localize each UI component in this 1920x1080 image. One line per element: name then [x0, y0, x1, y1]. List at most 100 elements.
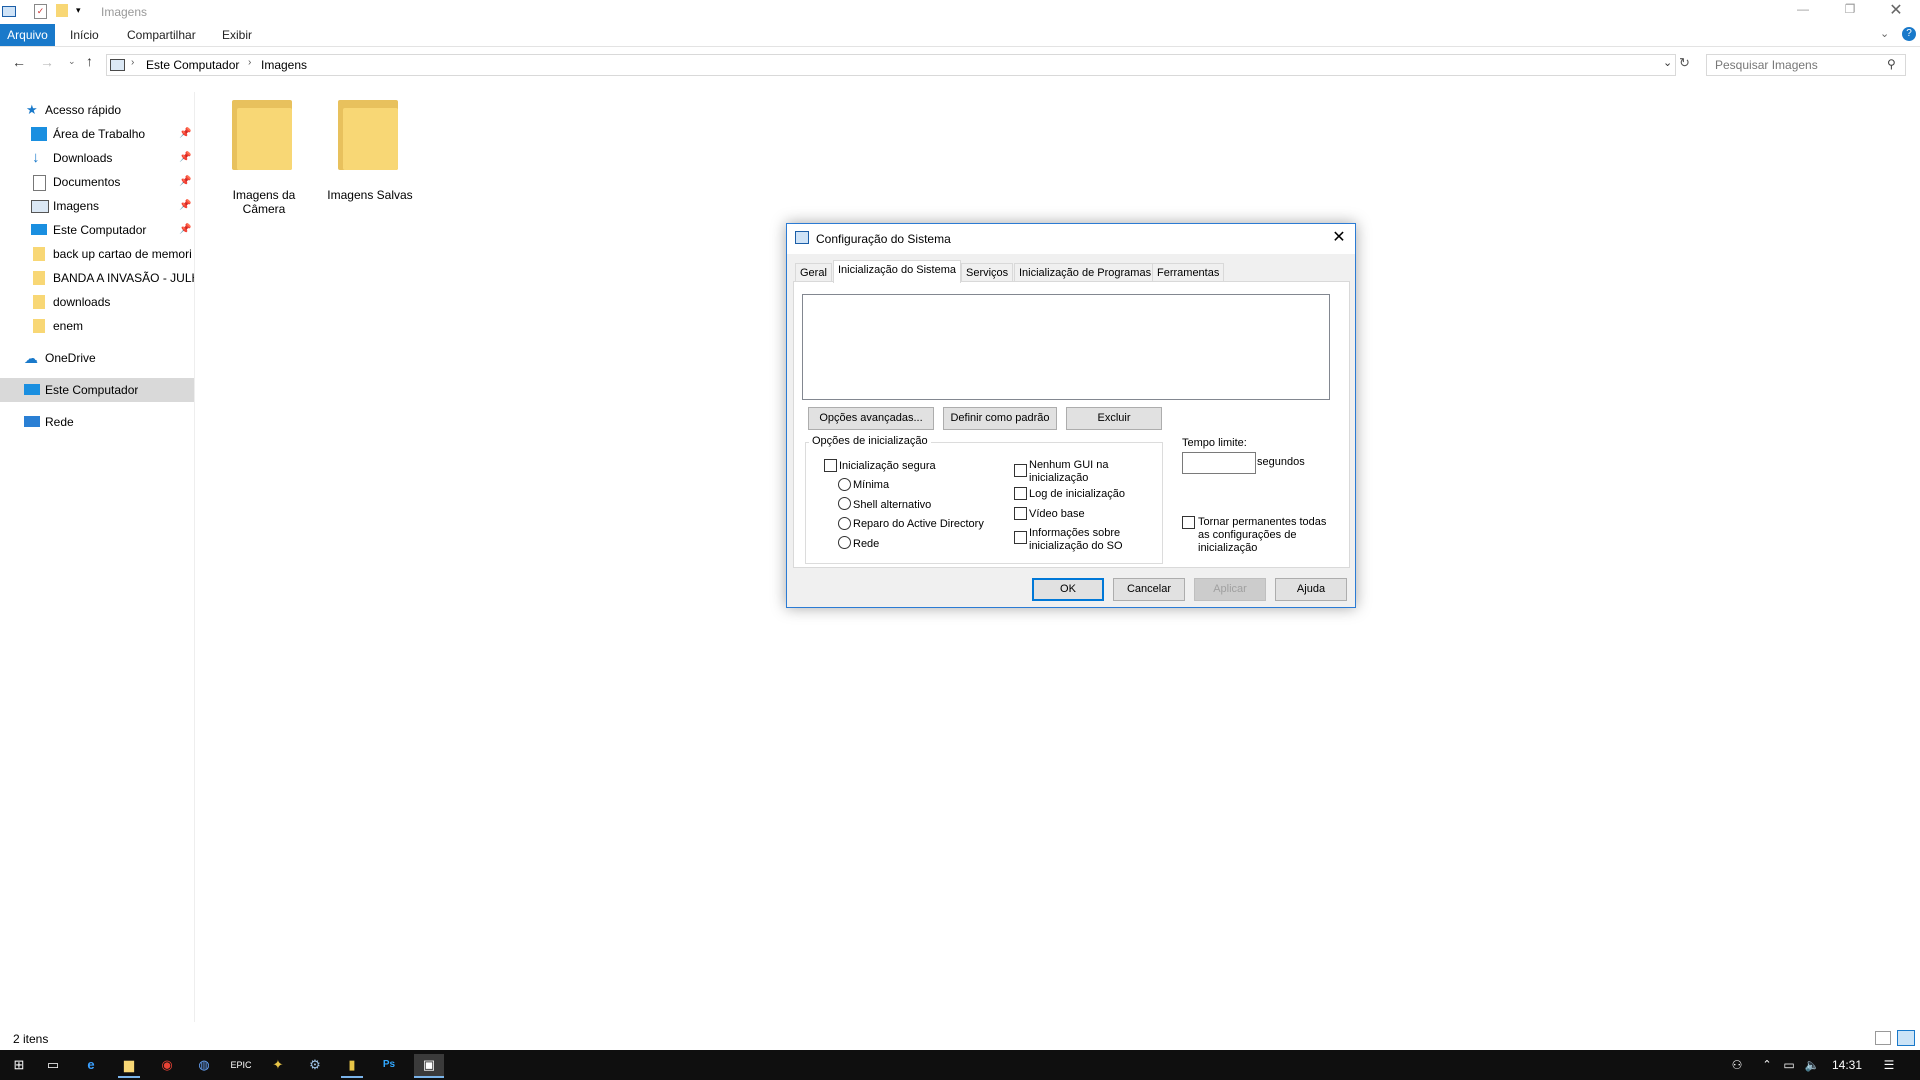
edge-icon[interactable]: e — [80, 1054, 102, 1076]
computer-icon — [31, 224, 47, 235]
boot-log-checkbox[interactable] — [1014, 487, 1027, 500]
expand-ribbon-icon[interactable]: ⌄ — [1880, 27, 1889, 40]
nav-item-documentos[interactable]: Documentos 📌 — [0, 170, 194, 194]
no-gui-boot-label-1: Nenhum GUI na — [1029, 459, 1109, 471]
minimize-button[interactable]: — — [1793, 2, 1813, 16]
safe-boot-checkbox[interactable] — [824, 459, 837, 472]
help-icon[interactable]: ? — [1902, 27, 1916, 41]
up-arrow-icon[interactable]: ↑ — [86, 53, 93, 69]
tab-arquivo[interactable]: Arquivo — [0, 24, 55, 46]
pin-icon[interactable]: 📌 — [179, 194, 191, 218]
tab-geral[interactable]: Geral — [795, 263, 832, 282]
start-windows-icon[interactable]: ⊞ — [8, 1054, 30, 1076]
media-app-icon[interactable]: ▮ — [341, 1054, 363, 1078]
people-icon[interactable]: ⚇ — [1726, 1054, 1748, 1076]
tab-inicializacao-de-programas[interactable]: Inicialização de Programas — [1014, 263, 1157, 282]
nav-este-computador[interactable]: Este Computador — [0, 378, 194, 402]
base-video-label: Vídeo base — [1029, 508, 1085, 520]
large-icons-view-icon[interactable] — [1897, 1030, 1915, 1046]
file-explorer-icon[interactable]: ▆ — [118, 1054, 140, 1078]
timeout-label: Tempo limite: — [1182, 437, 1247, 449]
pin-icon[interactable]: 📌 — [179, 170, 191, 194]
dialog-close-icon[interactable]: ✕ — [1330, 229, 1348, 247]
pin-icon[interactable]: 📌 — [179, 218, 191, 242]
nav-item-banda[interactable]: BANDA A INVASÃO - JULH — [0, 266, 194, 290]
delete-button[interactable]: Excluir — [1066, 407, 1162, 430]
address-bar[interactable]: › Este Computador › Imagens ⌄ — [106, 54, 1676, 76]
clock[interactable]: 14:31 — [1832, 1058, 1862, 1072]
properties-quick-icon[interactable]: ✓ — [34, 4, 47, 19]
task-view-icon[interactable]: ▭ — [42, 1054, 64, 1076]
apply-button[interactable]: Aplicar — [1194, 578, 1266, 601]
set-as-default-button[interactable]: Definir como padrão — [943, 407, 1057, 430]
ok-button[interactable]: OK — [1032, 578, 1104, 601]
network-radio[interactable] — [838, 536, 851, 549]
nav-item-back-up[interactable]: back up cartao de memori — [0, 242, 194, 266]
nav-item-downloads-folder[interactable]: downloads — [0, 290, 194, 314]
photoshop-icon[interactable]: Ps — [378, 1054, 400, 1076]
ad-repair-radio[interactable] — [838, 517, 851, 530]
tab-servicos[interactable]: Serviços — [961, 263, 1014, 282]
steam-icon[interactable]: ⚙ — [304, 1054, 326, 1076]
nav-onedrive[interactable]: ☁ OneDrive — [0, 346, 194, 370]
back-arrow-icon[interactable]: ← — [12, 54, 26, 70]
network-label: Rede — [853, 538, 880, 550]
nav-item-imagens[interactable]: Imagens 📌 — [0, 194, 194, 218]
recent-locations-icon[interactable]: ⌄ — [68, 56, 76, 67]
item-count: 2 itens — [13, 1032, 49, 1046]
network-tray-icon[interactable]: ▭ — [1778, 1054, 1800, 1076]
os-boot-info-checkbox[interactable] — [1014, 531, 1027, 544]
breadcrumb-este-computador[interactable]: Este Computador — [146, 58, 239, 72]
boot-entries-list[interactable] — [802, 294, 1330, 400]
show-hidden-icons-icon[interactable]: ⌃ — [1756, 1054, 1778, 1076]
computer-icon — [24, 384, 40, 395]
minimal-radio[interactable] — [838, 478, 851, 491]
app-icon[interactable]: ✦ — [267, 1054, 289, 1076]
folder-imagens-salvas[interactable]: Imagens Salvas — [318, 98, 422, 218]
forward-arrow-icon[interactable]: → — [40, 54, 54, 70]
nav-item-area-de-trabalho[interactable]: Área de Trabalho 📌 — [0, 122, 194, 146]
no-gui-boot-checkbox[interactable] — [1014, 464, 1027, 477]
folder-imagens-da-camera[interactable]: Imagens da Câmera — [212, 98, 316, 218]
tab-exibir[interactable]: Exibir — [222, 24, 252, 46]
volume-icon[interactable]: 🔈 — [1801, 1054, 1823, 1076]
customize-quick-access-icon[interactable]: ▾ — [76, 5, 81, 16]
chrome-icon[interactable]: ◉ — [156, 1054, 178, 1076]
timeout-input[interactable] — [1182, 452, 1256, 474]
pin-icon[interactable]: 📌 — [179, 146, 191, 170]
alternate-shell-radio[interactable] — [838, 497, 851, 510]
pin-icon[interactable]: 📌 — [179, 122, 191, 146]
download-arrow-icon: ↓ — [32, 149, 40, 166]
nav-item-downloads[interactable]: ↓ Downloads 📌 — [0, 146, 194, 170]
restore-button[interactable]: ❐ — [1840, 2, 1860, 16]
folder-icon — [33, 319, 45, 333]
cancel-button[interactable]: Cancelar — [1113, 578, 1185, 601]
nav-item-enem[interactable]: enem — [0, 314, 194, 338]
details-view-icon[interactable] — [1875, 1031, 1891, 1045]
search-icon[interactable]: ⚲ — [1887, 57, 1896, 71]
nav-item-este-computador-pinned[interactable]: Este Computador 📌 — [0, 218, 194, 242]
help-button[interactable]: Ajuda — [1275, 578, 1347, 601]
folder-label: Imagens Salvas — [318, 188, 422, 202]
breadcrumb-imagens[interactable]: Imagens — [261, 58, 307, 72]
search-input[interactable]: Pesquisar Imagens ⚲ — [1706, 54, 1906, 76]
nav-quick-access[interactable]: ★ Acesso rápido — [0, 98, 194, 122]
base-video-checkbox[interactable] — [1014, 507, 1027, 520]
nav-rede[interactable]: Rede — [0, 410, 194, 434]
action-center-icon[interactable]: ☰ — [1878, 1054, 1900, 1076]
os-boot-info-label-1: Informações sobre — [1029, 527, 1121, 539]
tab-inicio[interactable]: Início — [70, 24, 99, 46]
address-dropdown-icon[interactable]: ⌄ — [1663, 56, 1672, 69]
browser-icon[interactable]: ◍ — [193, 1054, 215, 1076]
refresh-icon[interactable]: ↻ — [1679, 55, 1690, 71]
new-folder-quick-icon[interactable] — [56, 4, 68, 17]
epic-games-icon[interactable]: EPIC — [230, 1054, 252, 1076]
advanced-options-button[interactable]: Opções avançadas... — [808, 407, 934, 430]
msconfig-taskbar-icon[interactable]: ▣ — [414, 1054, 444, 1078]
tab-compartilhar[interactable]: Compartilhar — [127, 24, 196, 46]
close-window-button[interactable]: ✕ — [1886, 0, 1906, 20]
make-permanent-checkbox[interactable] — [1182, 516, 1195, 529]
boot-options-label: Opções de inicialização — [809, 435, 931, 447]
tab-ferramentas[interactable]: Ferramentas — [1152, 263, 1225, 282]
tab-inicializacao-do-sistema[interactable]: Inicialização do Sistema — [833, 260, 962, 283]
